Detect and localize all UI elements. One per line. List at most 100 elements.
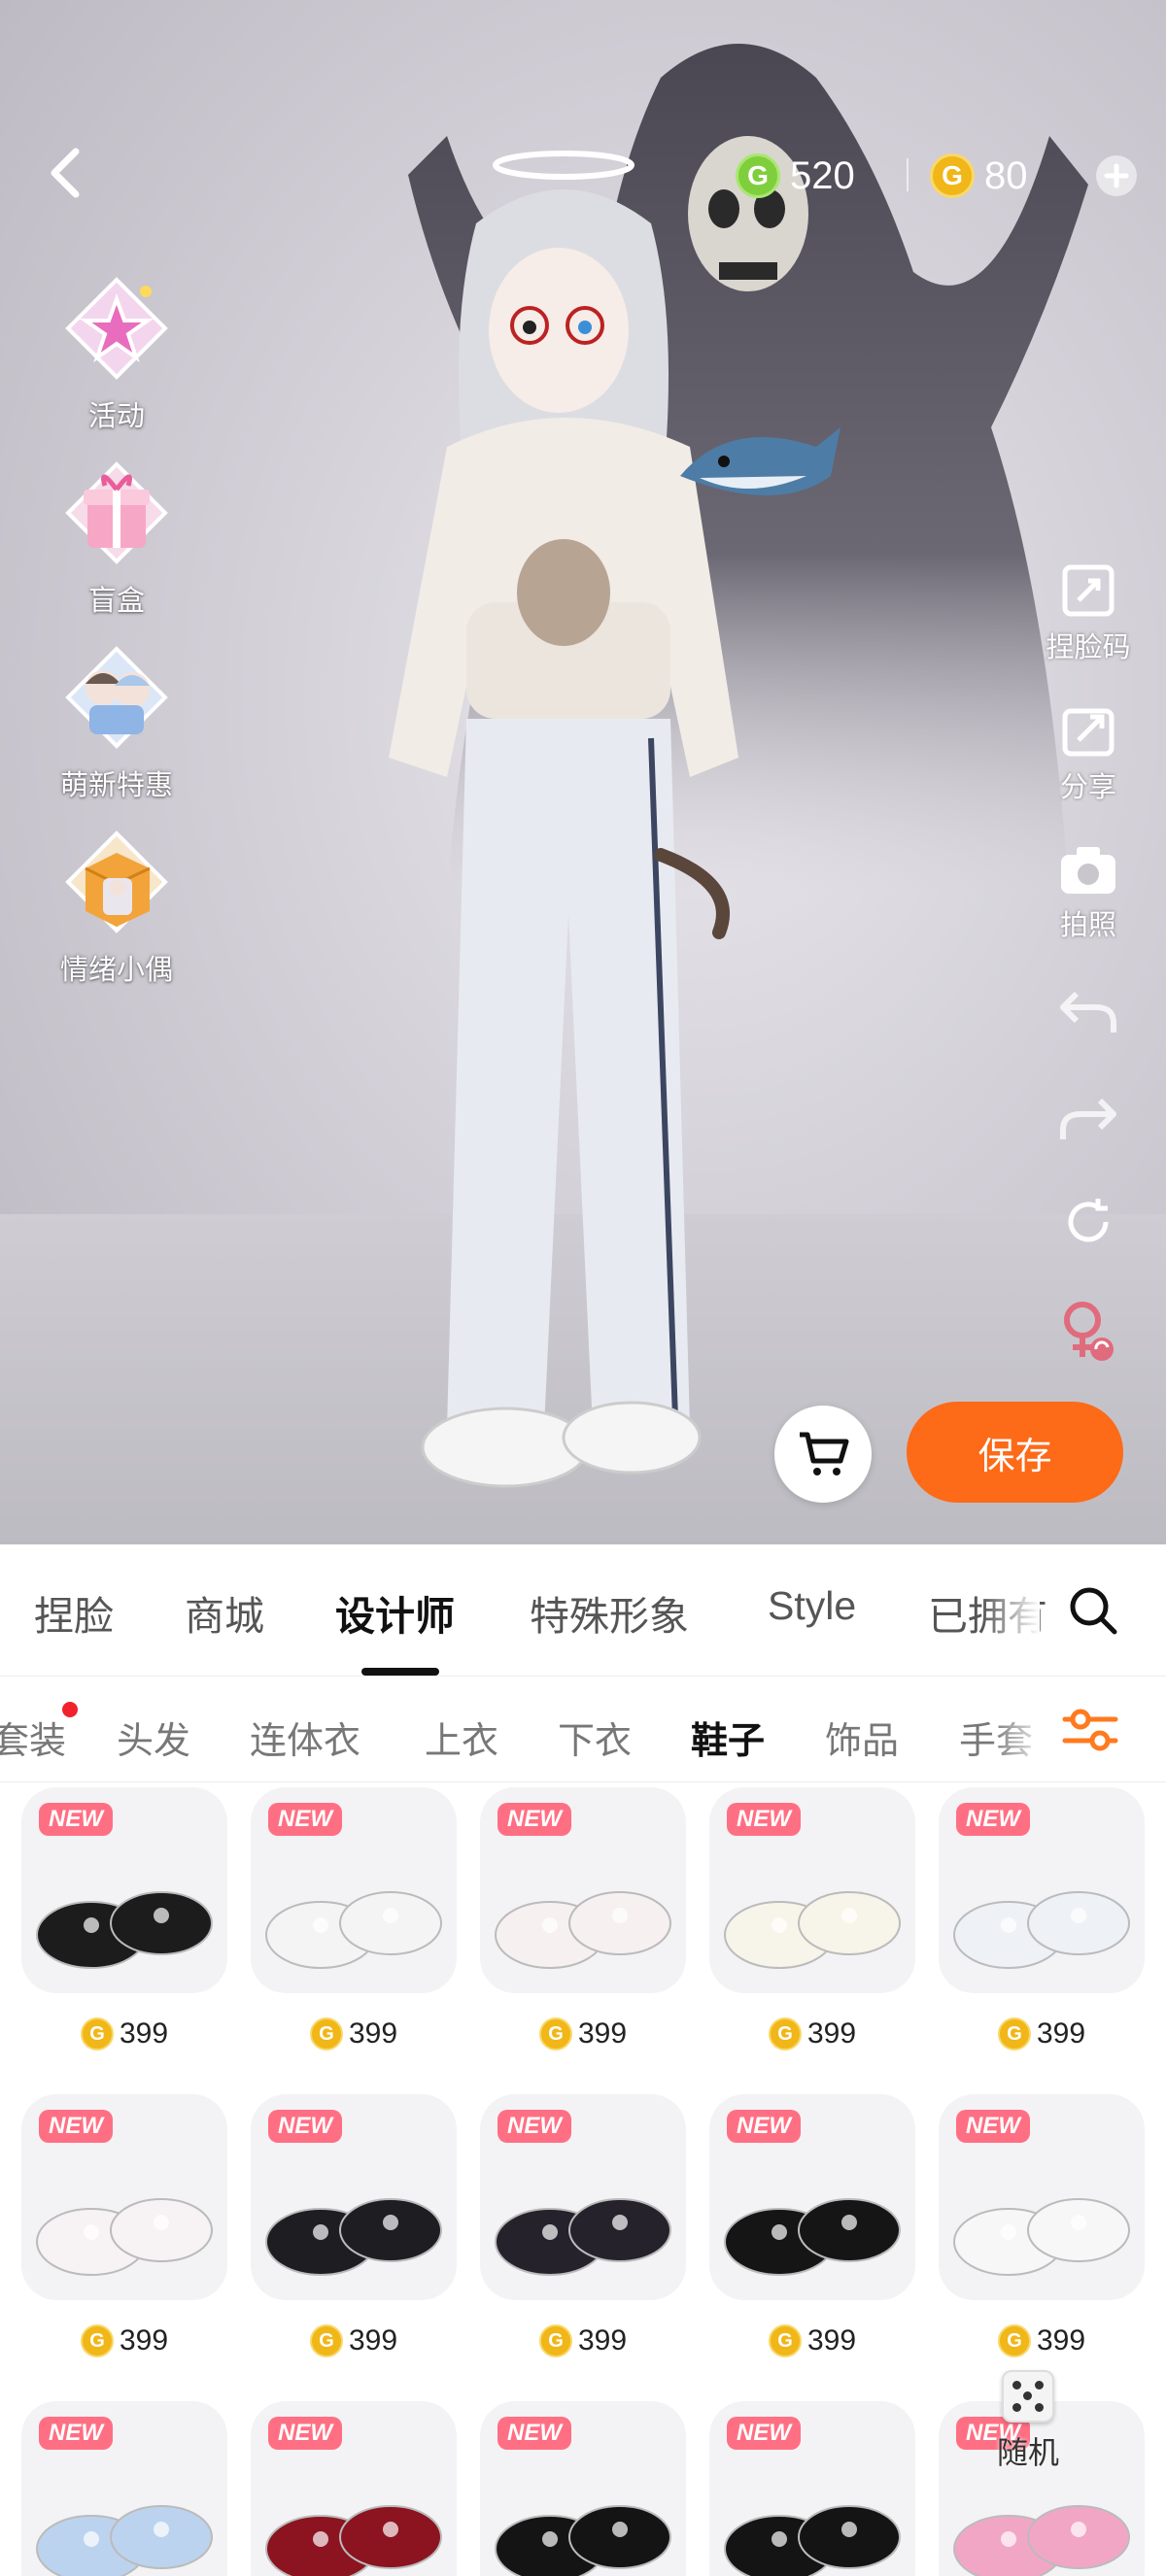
shoe-icon <box>36 2198 213 2276</box>
item-thumbnail: NEW <box>939 2094 1145 2300</box>
back-button[interactable] <box>37 146 91 200</box>
reset-button[interactable] <box>1035 1193 1142 1256</box>
item-price: G 399 <box>480 1993 686 2075</box>
gender-switch-button[interactable] <box>1035 1297 1142 1372</box>
item-price: G 399 <box>939 1993 1145 2075</box>
photo-button[interactable]: 拍照 <box>1035 843 1142 943</box>
shoe-icon <box>495 2198 671 2276</box>
shoe-item[interactable]: NEW G 399 <box>939 2094 1145 2382</box>
gold-coin-icon: G <box>768 2324 802 2357</box>
dice-icon <box>1002 2370 1054 2423</box>
undo-button[interactable] <box>1035 986 1142 1045</box>
new-badge: NEW <box>39 2110 113 2143</box>
gold-coin-icon: G <box>538 2324 572 2357</box>
doll-box-icon <box>65 830 168 933</box>
cart-button[interactable] <box>774 1406 872 1503</box>
search-icon <box>1070 1587 1117 1635</box>
gold-coin-icon: G <box>997 2324 1031 2357</box>
price-value: 399 <box>1036 2017 1086 2050</box>
currency-g-balance: G 520 <box>736 148 855 204</box>
redo-button[interactable] <box>1035 1093 1142 1152</box>
undo-icon <box>1060 991 1116 1033</box>
tab-style[interactable]: Style <box>768 1583 856 1629</box>
filter-button[interactable] <box>1061 1706 1119 1754</box>
category-hair[interactable]: 头发 <box>117 1711 190 1764</box>
new-badge: NEW <box>39 2417 113 2450</box>
avatar-stage[interactable]: G 520 G 80 活动 盲盒 萌新特惠 情绪小偶 捏脸码 分享 拍照 保存 <box>0 0 1166 1544</box>
shoe-icon <box>495 2505 671 2576</box>
shoe-item[interactable]: NEW G 399 <box>480 1787 686 2075</box>
item-thumbnail: NEW <box>251 2094 457 2300</box>
category-outfit[interactable]: 套装 <box>0 1711 66 1764</box>
tab-designer[interactable]: 设计师 <box>335 1583 455 1642</box>
shoe-item[interactable]: NEW <box>251 2401 457 2576</box>
item-thumbnail: NEW <box>21 2401 227 2576</box>
shoe-item[interactable]: NEW <box>21 2401 227 2576</box>
menu-item-activity[interactable]: 活动 <box>49 272 185 434</box>
gold-coin-icon: G <box>80 2324 114 2357</box>
shoe-item[interactable]: NEW G 399 <box>21 1787 227 2075</box>
item-price: G 399 <box>21 1993 227 2075</box>
price-value: 399 <box>119 2324 169 2356</box>
shark-plush <box>680 427 840 495</box>
price-value: 399 <box>1036 2324 1086 2356</box>
shoe-icon <box>495 1891 671 1969</box>
share-label: 分享 <box>1059 772 1116 803</box>
shoe-icon <box>36 1891 213 1969</box>
add-currency-button[interactable] <box>1096 155 1137 196</box>
new-badge: NEW <box>268 1803 342 1836</box>
shoe-icon <box>724 1891 901 1969</box>
shoe-item[interactable]: NEW <box>709 2401 915 2576</box>
item-thumbnail: NEW <box>480 2401 686 2576</box>
new-badge: NEW <box>497 2417 571 2450</box>
share-icon <box>1062 708 1115 757</box>
category-accessories[interactable]: 饰品 <box>825 1711 899 1764</box>
chevron-left-icon <box>51 148 80 198</box>
random-button[interactable]: 随机 <box>975 2370 1081 2487</box>
redo-icon <box>1060 1098 1116 1139</box>
shoe-icon <box>265 2198 442 2276</box>
tab-shop[interactable]: 商城 <box>185 1583 264 1642</box>
menu-item-blind-box[interactable]: 盲盒 <box>49 457 185 619</box>
face-code-button[interactable]: 捏脸码 <box>1035 561 1142 665</box>
random-label: 随机 <box>996 2435 1059 2470</box>
tabs-fade <box>981 1564 1040 1661</box>
character-card-icon <box>65 646 168 749</box>
tab-special-avatar[interactable]: 特殊形象 <box>530 1583 689 1642</box>
new-badge: NEW <box>268 2110 342 2143</box>
face-code-icon <box>1062 564 1115 617</box>
camera-icon <box>1061 847 1115 894</box>
category-bottom[interactable]: 下衣 <box>558 1711 632 1764</box>
category-top[interactable]: 上衣 <box>425 1711 498 1764</box>
plus-icon <box>1104 163 1129 188</box>
categories-fade <box>991 1677 1049 1781</box>
shoe-item[interactable]: NEW G 399 <box>939 1787 1145 2075</box>
shoe-item[interactable]: NEW <box>480 2401 686 2576</box>
category-shoes[interactable]: 鞋子 <box>691 1711 765 1764</box>
reset-icon <box>1068 1199 1109 1242</box>
tab-face[interactable]: 捏脸 <box>34 1583 114 1642</box>
shoe-item[interactable]: NEW G 399 <box>480 2094 686 2382</box>
search-button[interactable] <box>1064 1581 1122 1640</box>
shoe-item[interactable]: NEW G 399 <box>251 1787 457 2075</box>
share-button[interactable]: 分享 <box>1035 701 1142 805</box>
star-badge-icon <box>65 277 168 380</box>
shoe-icon <box>265 1891 442 1969</box>
shoe-item[interactable]: NEW G 399 <box>709 2094 915 2382</box>
new-badge: NEW <box>727 2110 801 2143</box>
item-thumbnail: NEW <box>480 1787 686 1993</box>
gold-coin-icon: G <box>309 2017 343 2051</box>
category-jumpsuit[interactable]: 连体衣 <box>250 1711 360 1764</box>
shoe-item[interactable]: NEW G 399 <box>21 2094 227 2382</box>
gold-coin-icon: G <box>80 2017 114 2051</box>
menu-item-newbie-deals[interactable]: 萌新特惠 <box>49 641 185 803</box>
item-price: G 399 <box>480 2300 686 2382</box>
shoe-item[interactable]: NEW G 399 <box>251 2094 457 2382</box>
save-button[interactable]: 保存 <box>907 1402 1123 1503</box>
shoe-icon <box>953 1891 1130 1969</box>
menu-item-emotion-doll[interactable]: 情绪小偶 <box>49 826 185 988</box>
menu-item-label: 萌新特惠 <box>59 770 173 801</box>
item-thumbnail: NEW <box>21 1787 227 1993</box>
price-value: 399 <box>806 2324 857 2356</box>
shoe-item[interactable]: NEW G 399 <box>709 1787 915 2075</box>
